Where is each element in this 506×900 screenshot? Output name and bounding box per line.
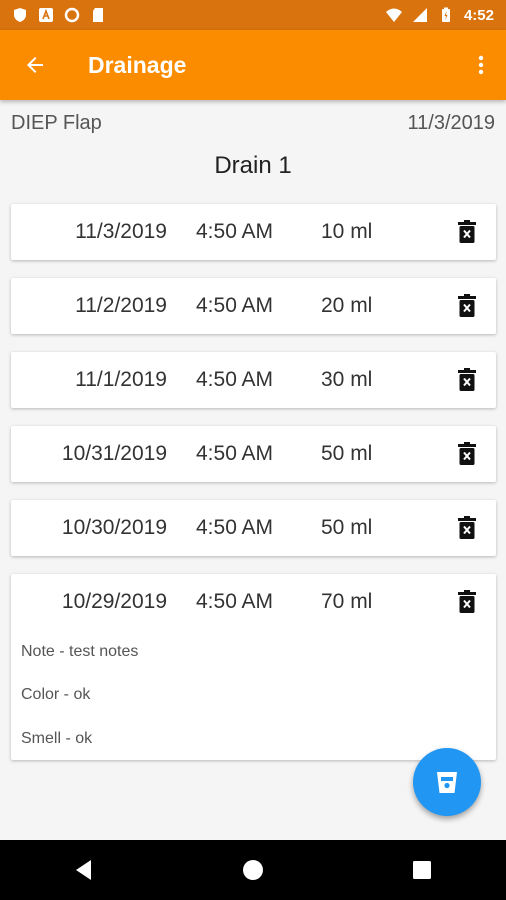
entry-card[interactable]: 11/3/2019 4:50 AM 10 ml: [11, 204, 496, 260]
procedure-label: DIEP Flap: [11, 112, 102, 134]
circle-home-icon: [242, 860, 263, 880]
entry-date: 11/2/2019: [75, 294, 167, 317]
delete-button[interactable]: [451, 512, 483, 544]
entry-time: 4:50 AM: [196, 368, 274, 391]
entry-time: 4:50 AM: [196, 220, 274, 243]
a-box-icon: [39, 8, 53, 22]
entry-note: Note - test notes: [21, 643, 139, 660]
triangle-back-icon: [76, 860, 92, 880]
entry-note: Smell - ok: [21, 730, 93, 747]
delete-button[interactable]: [451, 290, 483, 322]
system-nav-bar: [0, 840, 506, 900]
circle-icon: [64, 7, 80, 23]
delete-icon: [458, 516, 476, 539]
signal-icon: [412, 8, 427, 22]
back-button[interactable]: [0, 30, 70, 100]
entry-date: 11/3/2019: [75, 220, 167, 243]
delete-icon: [458, 294, 476, 317]
delete-icon: [458, 442, 476, 465]
arrow-left-icon: [27, 57, 43, 73]
cup-icon: [437, 772, 457, 793]
app-bar: Drainage: [0, 30, 506, 100]
nav-back-button[interactable]: [54, 840, 114, 900]
status-bar: 4:52: [0, 0, 506, 30]
entry-card[interactable]: 11/1/2019 4:50 AM 30 ml: [11, 352, 496, 408]
entry-amount: 30 ml: [321, 368, 373, 391]
entry-date: 10/31/2019: [61, 442, 167, 465]
meta-row: DIEP Flap 11/3/2019: [11, 112, 495, 135]
entry-time: 4:50 AM: [196, 442, 274, 465]
entry-amount: 50 ml: [321, 442, 373, 465]
entry-amount: 20 ml: [321, 294, 373, 317]
shield-icon: [14, 8, 26, 22]
entry-card[interactable]: 10/31/2019 4:50 AM 50 ml: [11, 426, 496, 482]
status-time: 4:52: [463, 6, 494, 24]
procedure-date: 11/3/2019: [407, 112, 496, 134]
delete-button[interactable]: [451, 364, 483, 396]
delete-icon: [458, 368, 476, 391]
entry-date: 10/30/2019: [61, 516, 167, 539]
sd-card-icon: [93, 8, 103, 22]
entry-card[interactable]: 11/2/2019 4:50 AM 20 ml: [11, 278, 496, 334]
battery-icon: [441, 7, 450, 22]
entry-time: 4:50 AM: [196, 590, 274, 613]
delete-icon: [458, 590, 476, 613]
wifi-icon: [385, 8, 402, 22]
nav-recents-button[interactable]: [392, 840, 452, 900]
delete-button[interactable]: [451, 438, 483, 470]
delete-button[interactable]: [451, 216, 483, 248]
entry-date: 11/1/2019: [75, 368, 167, 391]
entry-card[interactable]: 10/30/2019 4:50 AM 50 ml: [11, 500, 496, 556]
entry-note: Color - ok: [21, 686, 91, 703]
entry-amount: 10 ml: [321, 220, 373, 243]
more-options-button[interactable]: [456, 30, 506, 100]
delete-icon: [458, 220, 476, 243]
entry-amount: 70 ml: [321, 590, 373, 613]
entry-date: 10/29/2019: [61, 590, 167, 613]
square-recents-icon: [412, 861, 431, 879]
delete-button[interactable]: [451, 586, 483, 618]
drain-title: Drain 1: [214, 152, 292, 179]
page-title: Drainage: [88, 51, 187, 78]
entry-time: 4:50 AM: [196, 516, 274, 539]
add-drainage-fab[interactable]: [413, 748, 481, 816]
entry-card-expanded[interactable]: 10/29/2019 4:50 AM 70 ml Note - test not…: [11, 574, 496, 760]
entry-time: 4:50 AM: [196, 294, 274, 317]
entry-amount: 50 ml: [321, 516, 373, 539]
nav-home-button[interactable]: [223, 840, 283, 900]
content-area: DIEP Flap 11/3/2019 Drain 1 11/3/2019 4:…: [0, 100, 506, 840]
more-vert-icon: [478, 55, 484, 75]
